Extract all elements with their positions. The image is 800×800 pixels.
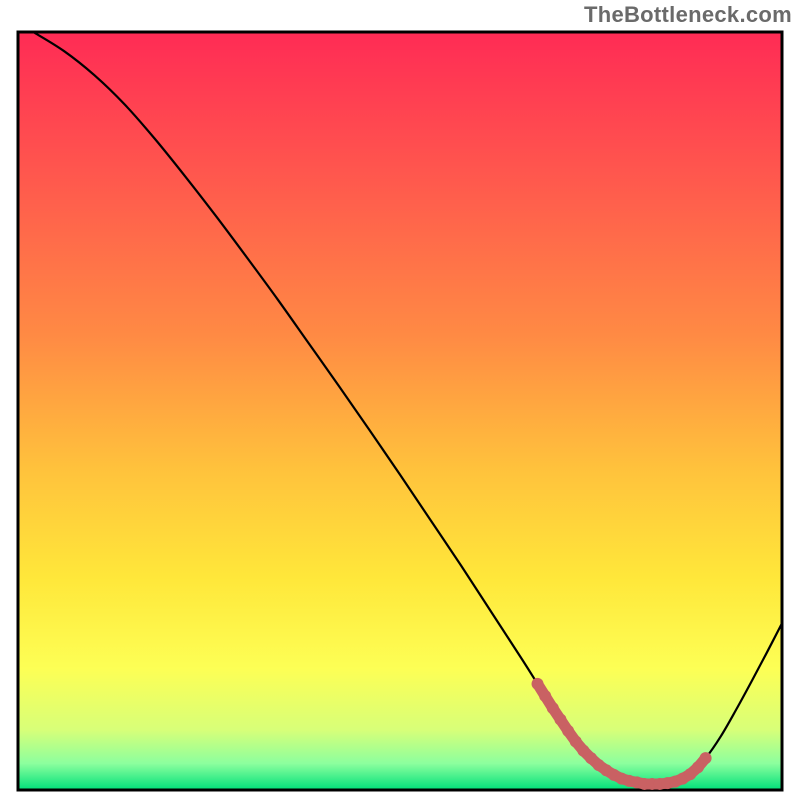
watermark-text: TheBottleneck.com bbox=[584, 2, 792, 28]
chart-marker-dot bbox=[539, 690, 551, 702]
chart-marker-dot bbox=[547, 702, 559, 714]
chart-marker-dot bbox=[532, 678, 544, 690]
chart-marker-dot bbox=[554, 714, 566, 726]
chart-marker-dot bbox=[562, 725, 574, 737]
chart-stage: TheBottleneck.com bbox=[0, 0, 800, 800]
plot-frame bbox=[16, 30, 784, 792]
chart-marker-dot bbox=[700, 752, 712, 764]
chart-background bbox=[18, 32, 782, 790]
chart-svg bbox=[16, 30, 784, 792]
